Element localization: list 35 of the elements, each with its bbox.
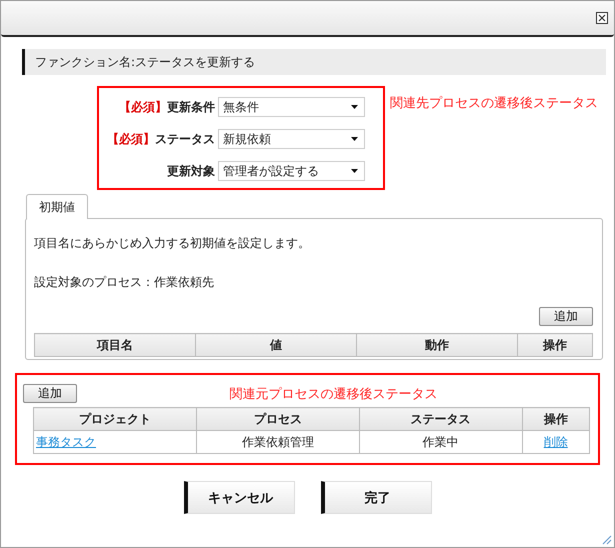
column-header: 動作: [356, 334, 518, 356]
field-label: 更新対象: [167, 164, 215, 178]
delete-link[interactable]: 削除: [544, 434, 568, 448]
field-label: 更新条件: [167, 100, 215, 114]
column-header: プロセス: [196, 408, 360, 430]
table-cell: 作業依頼管理: [196, 430, 360, 454]
tab[interactable]: 初期値: [26, 194, 88, 219]
required-label: 【必須】: [119, 100, 167, 114]
select-field[interactable]: 新規依頼: [218, 129, 365, 149]
resize-grip-icon[interactable]: [602, 535, 612, 545]
caret-icon: [351, 169, 358, 173]
close-icon[interactable]: [596, 12, 608, 24]
section-title: ファンクション名:ステータスを更新する: [22, 49, 606, 75]
caret-icon: [351, 105, 358, 109]
project-link[interactable]: 事務タスク: [36, 434, 96, 448]
dialog-button[interactable]: 完了: [320, 481, 432, 514]
field-label: ステータス: [155, 132, 215, 146]
column-header: 操作: [522, 408, 590, 430]
caret-icon: [351, 137, 358, 141]
required-label: 【必須】: [107, 132, 155, 146]
target-text: 設定対象のプロセス：作業依頼先: [34, 274, 215, 291]
column-header: プロジェクト: [34, 408, 196, 430]
select-field[interactable]: 無条件: [218, 97, 365, 117]
annotation-text: 関連先プロセスの遷移後ステータス: [390, 95, 598, 112]
table-cell: 作業中: [359, 430, 522, 454]
column-header: 項目名: [34, 334, 196, 356]
column-header: 操作: [518, 334, 592, 356]
select-field[interactable]: 管理者が設定する: [218, 161, 365, 181]
column-header: 値: [196, 334, 357, 356]
add-button[interactable]: 追加: [539, 307, 593, 326]
column-header: ステータス: [359, 408, 522, 430]
dialog-button[interactable]: キャンセル: [184, 481, 294, 514]
add-button[interactable]: 追加: [23, 384, 77, 403]
description-text: 項目名にあらかじめ入力する初期値を設定します。: [34, 235, 311, 252]
annotation-text: 関連元プロセスの遷移後ステータス: [228, 386, 438, 402]
